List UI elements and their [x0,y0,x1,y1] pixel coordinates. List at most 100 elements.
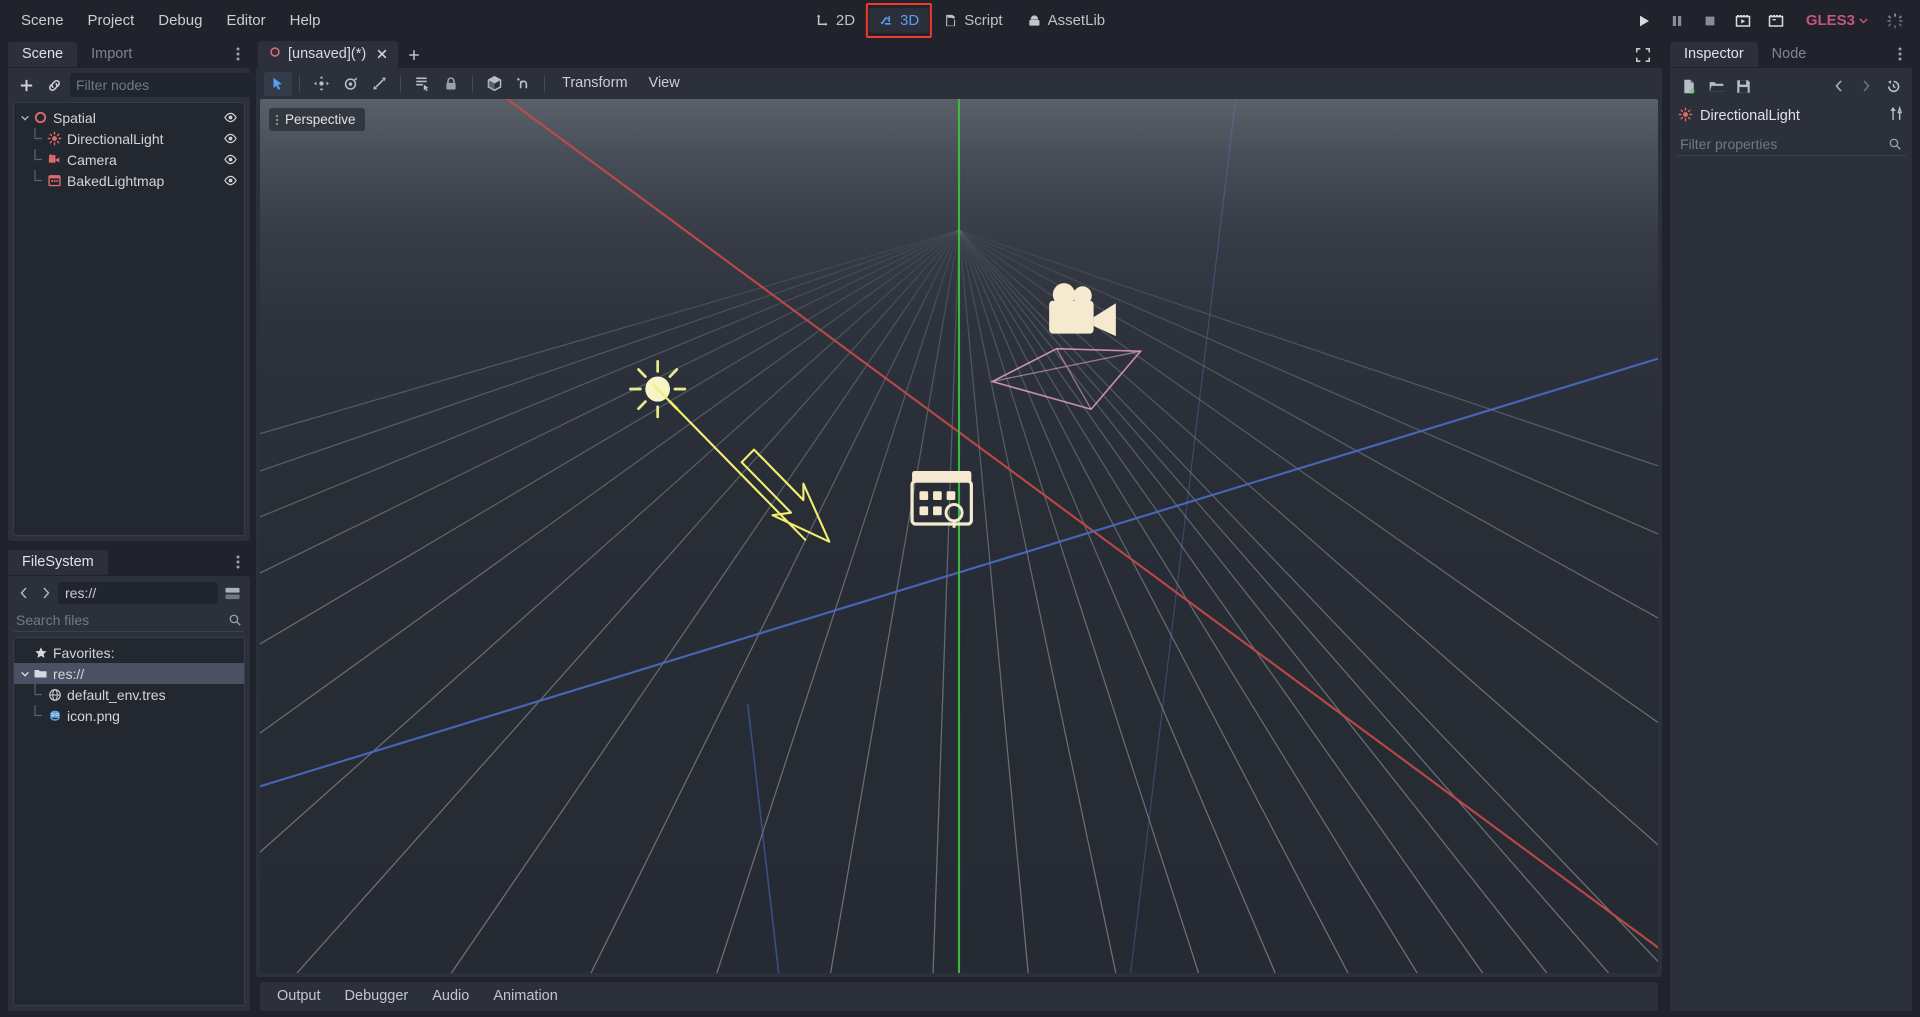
play-button[interactable] [1629,7,1659,35]
add-node-button[interactable] [14,73,38,97]
inspector-properties-list[interactable] [1670,160,1912,1011]
drag-handle-icon[interactable] [274,115,280,125]
filesystem-panel-inner: res:// [8,576,250,1011]
fs-row-default-env[interactable]: default_env.tres [14,684,244,705]
expander-icon[interactable] [18,669,32,679]
local-space-button[interactable] [480,72,508,96]
play-custom-scene-button[interactable] [1761,7,1791,35]
scale-mode-button[interactable] [365,72,393,96]
tools-icon[interactable] [1889,106,1905,126]
save-resource-button[interactable] [1731,74,1755,98]
scene-tab-bar: [unsaved](*) [256,41,1662,68]
filter-nodes-input[interactable] [76,77,257,93]
filesystem-path-field[interactable]: res:// [58,582,218,604]
stop-button[interactable] [1695,7,1725,35]
cursor-arrow-icon [270,76,286,92]
toolbar-separator [299,75,300,92]
move-mode-button[interactable] [307,72,335,96]
chevron-right-icon [40,586,52,600]
bakedlightmap-icon [46,172,63,189]
view-menu[interactable]: View [639,71,690,96]
inspector-toolbar [1670,68,1912,102]
fs-forward-button[interactable] [36,582,56,604]
menu-scene[interactable]: Scene [10,8,75,33]
visibility-toggle-icon[interactable] [222,152,238,168]
list-select-button[interactable] [408,72,436,96]
scene-tree-row-directionallight[interactable]: DirectionalLight [14,128,244,149]
cube-icon [486,75,503,92]
fs-back-button[interactable] [14,582,34,604]
tab-2d[interactable]: 2D [805,8,865,33]
instance-scene-button[interactable] [42,73,66,97]
scene-tree-row-camera[interactable]: Camera [14,149,244,170]
filesystem-tree[interactable]: Favorites: res:// [13,637,245,1006]
menu-help[interactable]: Help [279,8,332,33]
pause-button[interactable] [1662,7,1692,35]
search-files-input[interactable] [16,612,224,628]
inspector-panel-menu-button[interactable] [1892,45,1908,63]
lock-button[interactable] [437,72,465,96]
tab-filesystem[interactable]: FileSystem [8,550,108,576]
tab-audio[interactable]: Audio [421,984,480,1009]
scene-node-label: DirectionalLight [67,131,222,147]
visibility-toggle-icon[interactable] [222,173,238,189]
new-resource-button[interactable] [1677,74,1701,98]
distraction-free-button[interactable] [1632,44,1654,66]
renderer-selector[interactable]: GLES3 [1800,8,1875,33]
tree-branch-line [32,128,46,149]
play-scene-button[interactable] [1728,7,1758,35]
tab-debugger[interactable]: Debugger [334,984,420,1009]
image-icon [46,707,63,724]
scene-tree[interactable]: Spatial DirectionalLigh [13,102,245,536]
rotate-mode-button[interactable] [336,72,364,96]
fs-entry-label: default_env.tres [67,687,238,703]
tab-output[interactable]: Output [266,984,332,1009]
transform-menu[interactable]: Transform [552,71,638,96]
tab-assetlib[interactable]: AssetLib [1017,8,1116,33]
filter-properties-input[interactable] [1680,136,1884,152]
scene-tab-unsaved[interactable]: [unsaved](*) [258,41,398,68]
x-axis [507,99,1658,973]
search-files-box[interactable] [14,609,244,632]
tab-import[interactable]: Import [77,42,146,68]
visibility-toggle-icon[interactable] [222,131,238,147]
unsaved-indicator-icon [269,46,281,62]
tab-node[interactable]: Node [1758,42,1821,68]
history-forward-button[interactable] [1854,74,1878,98]
tab-animation[interactable]: Animation [482,984,568,1009]
3d-viewport[interactable]: Perspective [260,99,1658,973]
close-icon[interactable] [375,47,389,61]
filter-nodes-box[interactable] [70,73,281,97]
fs-row-icon-png[interactable]: icon.png [14,705,244,726]
history-back-button[interactable] [1827,74,1851,98]
folder-open-icon [1708,78,1725,95]
tab-scene[interactable]: Scene [8,42,77,68]
filter-properties-box[interactable] [1676,132,1906,156]
scene-tree-row-bakedlightmap[interactable]: BakedLightmap [14,170,244,191]
scene-tree-row-spatial[interactable]: Spatial [14,107,244,128]
tab-inspector[interactable]: Inspector [1670,42,1758,68]
visibility-toggle-icon[interactable] [222,110,238,126]
godot-editor-window: Scene Project Debug Editor Help 2D [0,0,1920,1017]
select-mode-button[interactable] [264,72,292,96]
tab-3d[interactable]: 3D [869,8,929,33]
viewport-perspective-label[interactable]: Perspective [269,108,365,131]
scene-toolbar [8,68,250,102]
scene-node-label: Spatial [53,110,222,126]
fs-row-res[interactable]: res:// [14,663,244,684]
new-resource-icon [1681,78,1698,95]
menu-project[interactable]: Project [77,8,146,33]
scene-panel-menu-button[interactable] [230,45,246,63]
filesystem-panel-menu-button[interactable] [230,553,246,571]
snap-mode-button[interactable] [509,72,537,96]
menu-editor[interactable]: Editor [215,8,276,33]
add-scene-tab-button[interactable] [403,44,425,66]
tab-script[interactable]: Script [933,8,1012,33]
load-resource-button[interactable] [1704,74,1728,98]
viewport-scene [260,99,1658,973]
filesystem-split-mode-button[interactable] [220,581,244,605]
menu-debug[interactable]: Debug [147,8,213,33]
fs-row-favorites[interactable]: Favorites: [14,642,244,663]
history-button[interactable] [1881,74,1905,98]
expander-icon[interactable] [18,113,32,123]
